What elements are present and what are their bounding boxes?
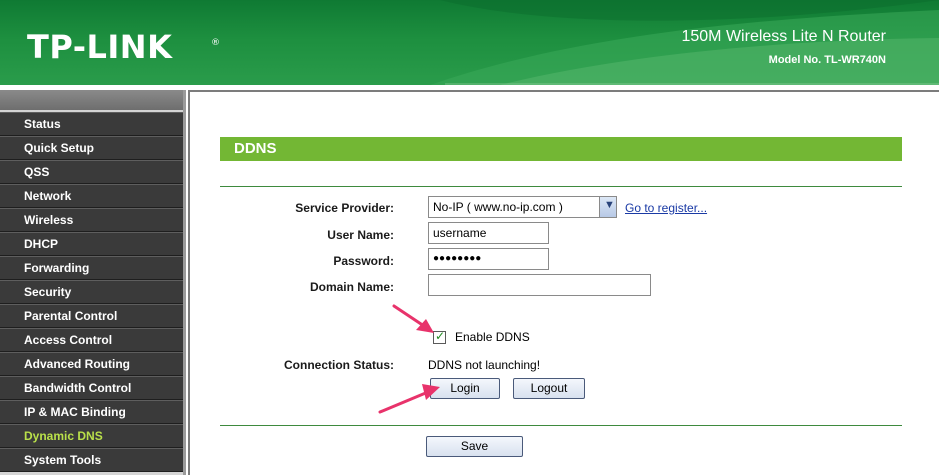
password-label: Password: (333, 254, 394, 268)
password-field[interactable]: ●●●●●●●● (428, 248, 549, 270)
sidebar-item-dhcp[interactable]: DHCP (0, 232, 183, 256)
sidebar-item-quick-setup[interactable]: Quick Setup (0, 136, 183, 160)
sidebar-header-bar (0, 90, 183, 110)
service-provider-value: No-IP ( www.no-ip.com ) (433, 200, 563, 214)
header-banner: TP-LINK ® 150M Wireless Lite N Router Mo… (0, 0, 939, 85)
user-name-label: User Name: (327, 228, 394, 242)
sidebar-item-status[interactable]: Status (0, 112, 183, 136)
page-title: DDNS (234, 140, 277, 157)
sidebar-item-bandwidth-control[interactable]: Bandwidth Control (0, 376, 183, 400)
sidebar-item-qss[interactable]: QSS (0, 160, 183, 184)
section-title-bar: DDNS (220, 137, 902, 161)
service-provider-select[interactable]: No-IP ( www.no-ip.com ) ▼ (428, 196, 617, 218)
product-name: 150M Wireless Lite N Router (681, 28, 886, 45)
user-name-field[interactable]: username (428, 222, 549, 244)
go-to-register-link[interactable]: Go to register... (625, 201, 707, 215)
sidebar-divider (183, 90, 186, 475)
bottom-divider (220, 425, 902, 426)
annotation-arrow-icon (378, 384, 440, 414)
sidebar-item-system-tools[interactable]: System Tools (0, 448, 183, 472)
main-content: DDNS Service Provider: No-IP ( www.no-ip… (188, 90, 939, 475)
save-button[interactable]: Save (426, 436, 523, 457)
enable-ddns-label: Enable DDNS (455, 330, 530, 344)
connection-status-value: DDNS not launching! (428, 358, 541, 372)
sidebar-item-parental-control[interactable]: Parental Control (0, 304, 183, 328)
sidebar-menu: Status Quick Setup QSS Network Wireless … (0, 112, 183, 472)
sidebar-item-ip-mac-binding[interactable]: IP & MAC Binding (0, 400, 183, 424)
registered-mark: ® (211, 38, 220, 48)
sidebar-item-network[interactable]: Network (0, 184, 183, 208)
sidebar-item-access-control[interactable]: Access Control (0, 328, 183, 352)
tp-link-logo: TP-LINK (27, 28, 173, 66)
sidebar: Status Quick Setup QSS Network Wireless … (0, 90, 186, 475)
sidebar-item-security[interactable]: Security (0, 280, 183, 304)
sidebar-item-advanced-routing[interactable]: Advanced Routing (0, 352, 183, 376)
domain-name-field[interactable] (428, 274, 651, 296)
model-number: Model No. TL-WR740N (768, 54, 886, 66)
sidebar-item-wireless[interactable]: Wireless (0, 208, 183, 232)
service-provider-label: Service Provider: (295, 201, 394, 215)
sidebar-item-forwarding[interactable]: Forwarding (0, 256, 183, 280)
domain-name-label: Domain Name: (309, 280, 394, 294)
connection-status-label: Connection Status: (284, 358, 394, 372)
annotation-arrow-icon (392, 304, 434, 333)
logout-button[interactable]: Logout (513, 378, 585, 399)
router-admin-page: TP-LINK ® 150M Wireless Lite N Router Mo… (0, 0, 939, 475)
top-divider (220, 186, 902, 187)
chevron-down-icon[interactable]: ▼ (599, 197, 616, 217)
sidebar-item-dynamic-dns[interactable]: Dynamic DNS (0, 424, 183, 448)
